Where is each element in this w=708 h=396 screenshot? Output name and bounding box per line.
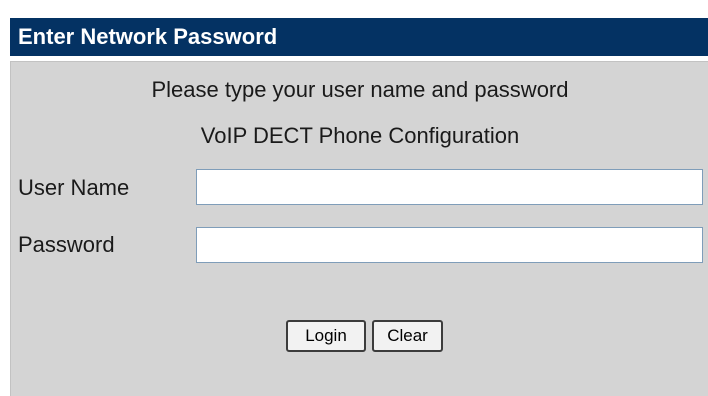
dialog-title: Enter Network Password — [10, 18, 708, 56]
login-panel: Please type your user name and password … — [10, 61, 708, 396]
login-button[interactable]: Login — [286, 320, 366, 352]
password-label: Password — [18, 232, 115, 257]
password-input[interactable] — [196, 227, 703, 263]
prompt-text: Please type your user name and password — [151, 77, 569, 102]
username-label: User Name — [18, 175, 130, 200]
login-dialog: Enter Network Password Please type your … — [10, 18, 708, 396]
realm-text: VoIP DECT Phone Configuration — [200, 123, 520, 148]
clear-button[interactable]: Clear — [372, 320, 443, 352]
username-input[interactable] — [196, 169, 703, 205]
